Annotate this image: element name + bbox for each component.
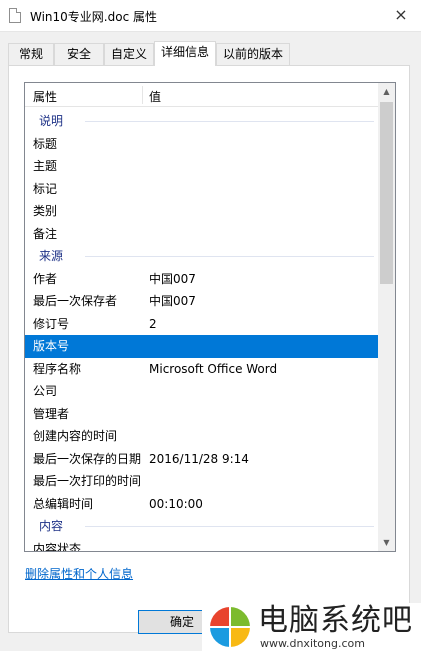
properties-dialog: 常规 安全 自定义 详细信息 以前的版本 属性 值 说明标题主题标记类别备注来源… bbox=[0, 32, 421, 651]
property-row[interactable]: 修订号 2 bbox=[25, 313, 380, 336]
property-row[interactable]: 程序名称 Microsoft Office Word bbox=[25, 358, 380, 381]
tab-custom[interactable]: 自定义 bbox=[104, 43, 154, 65]
group-label: 说明 bbox=[39, 114, 64, 128]
property-label: 主题 bbox=[33, 159, 58, 173]
property-value[interactable]: Microsoft Office Word bbox=[149, 358, 277, 380]
vertical-scrollbar[interactable]: ▲ ▼ bbox=[378, 83, 395, 551]
property-rows: 说明 标题 主题 标记 类别 备注 来源 作者 中国007 最后一次保存者 中国007 修订号 2 版本号… bbox=[25, 110, 380, 551]
property-row[interactable]: 主题 bbox=[25, 155, 380, 178]
property-label: 最后一次保存的日期 bbox=[33, 451, 142, 466]
group-header: 内容 bbox=[25, 515, 380, 538]
property-label: 标记 bbox=[33, 181, 58, 196]
property-row[interactable]: 总编辑时间 00:10:00 bbox=[25, 493, 380, 516]
group-header: 来源 bbox=[25, 245, 380, 268]
property-row[interactable]: 类别 bbox=[25, 200, 380, 223]
property-row[interactable]: 创建内容的时间 bbox=[25, 425, 380, 448]
property-label: 版本号 bbox=[33, 339, 70, 353]
close-button[interactable]: × bbox=[381, 0, 421, 30]
property-label: 备注 bbox=[33, 226, 58, 241]
scrollbar-thumb[interactable] bbox=[380, 102, 393, 284]
column-header: 属性 值 bbox=[25, 83, 380, 107]
column-header-value[interactable]: 值 bbox=[149, 88, 161, 105]
property-label: 管理者 bbox=[33, 406, 70, 421]
property-label: 最后一次保存者 bbox=[33, 294, 118, 308]
scroll-up-icon[interactable]: ▲ bbox=[378, 83, 395, 100]
property-row[interactable]: 标记 bbox=[25, 178, 380, 201]
tab-general[interactable]: 常规 bbox=[8, 43, 54, 65]
group-header: 说明 bbox=[25, 110, 380, 133]
remove-properties-link[interactable]: 删除属性和个人信息 bbox=[25, 565, 133, 582]
property-row[interactable]: 作者 中国007 bbox=[25, 268, 380, 291]
scroll-down-icon[interactable]: ▼ bbox=[378, 534, 395, 551]
column-header-property[interactable]: 属性 bbox=[33, 88, 57, 105]
group-label: 内容 bbox=[39, 519, 64, 533]
property-value[interactable]: 中国007 bbox=[149, 290, 196, 312]
property-row[interactable]: 公司 bbox=[25, 380, 380, 403]
property-label: 修订号 bbox=[33, 316, 70, 331]
tab-security[interactable]: 安全 bbox=[54, 43, 104, 65]
column-divider[interactable] bbox=[142, 86, 143, 104]
property-label: 内容状态 bbox=[33, 541, 82, 552]
group-divider bbox=[85, 256, 374, 257]
property-row[interactable]: 标题 bbox=[25, 133, 380, 156]
tab-previous-versions[interactable]: 以前的版本 bbox=[216, 43, 290, 65]
property-label: 类别 bbox=[33, 204, 58, 218]
property-row[interactable]: 管理者 bbox=[25, 403, 380, 426]
property-label: 程序名称 bbox=[33, 361, 82, 376]
property-label: 公司 bbox=[33, 384, 58, 398]
property-row[interactable]: 最后一次保存者 中国007 bbox=[25, 290, 380, 313]
property-value[interactable]: 00:10:00 bbox=[149, 493, 203, 515]
watermark-title: 电脑系统吧 bbox=[258, 603, 413, 638]
property-row[interactable]: 版本号 bbox=[25, 335, 380, 358]
property-value[interactable]: 中国007 bbox=[149, 268, 196, 290]
tab-details[interactable]: 详细信息 bbox=[154, 41, 216, 66]
group-label: 来源 bbox=[39, 249, 64, 263]
property-row[interactable]: 最后一次打印的时间 bbox=[25, 470, 380, 493]
property-label: 创建内容的时间 bbox=[33, 429, 118, 443]
property-label: 作者 bbox=[33, 271, 58, 286]
window-title: Win10专业网.doc 属性 bbox=[30, 10, 157, 24]
property-label: 总编辑时间 bbox=[33, 496, 94, 511]
group-divider bbox=[85, 526, 374, 527]
group-divider bbox=[85, 121, 374, 122]
property-value[interactable]: 2016/11/28 9:14 bbox=[149, 448, 249, 470]
property-row[interactable]: 内容状态 bbox=[25, 538, 380, 552]
property-value[interactable]: 2 bbox=[149, 313, 157, 335]
property-row[interactable]: 备注 bbox=[25, 223, 380, 246]
title-bar: Win10专业网.doc 属性 × bbox=[0, 0, 421, 32]
windows-logo-icon bbox=[208, 605, 252, 649]
site-watermark: 电脑系统吧 www.dnxitong.com bbox=[202, 603, 421, 651]
property-label: 标题 bbox=[33, 136, 58, 151]
property-list[interactable]: 属性 值 说明 标题 主题 标记 类别 备注 来源 作者 中国007 最后一次保存者 中国007 修订… bbox=[24, 82, 396, 552]
property-label: 最后一次打印的时间 bbox=[33, 474, 142, 488]
document-icon bbox=[9, 8, 21, 23]
property-row[interactable]: 最后一次保存的日期 2016/11/28 9:14 bbox=[25, 448, 380, 471]
details-panel: 属性 值 说明 标题 主题 标记 类别 备注 来源 作者 中国007 最后一次保存者 中国007 修订… bbox=[8, 65, 410, 633]
watermark-url: www.dnxitong.com bbox=[260, 637, 365, 650]
